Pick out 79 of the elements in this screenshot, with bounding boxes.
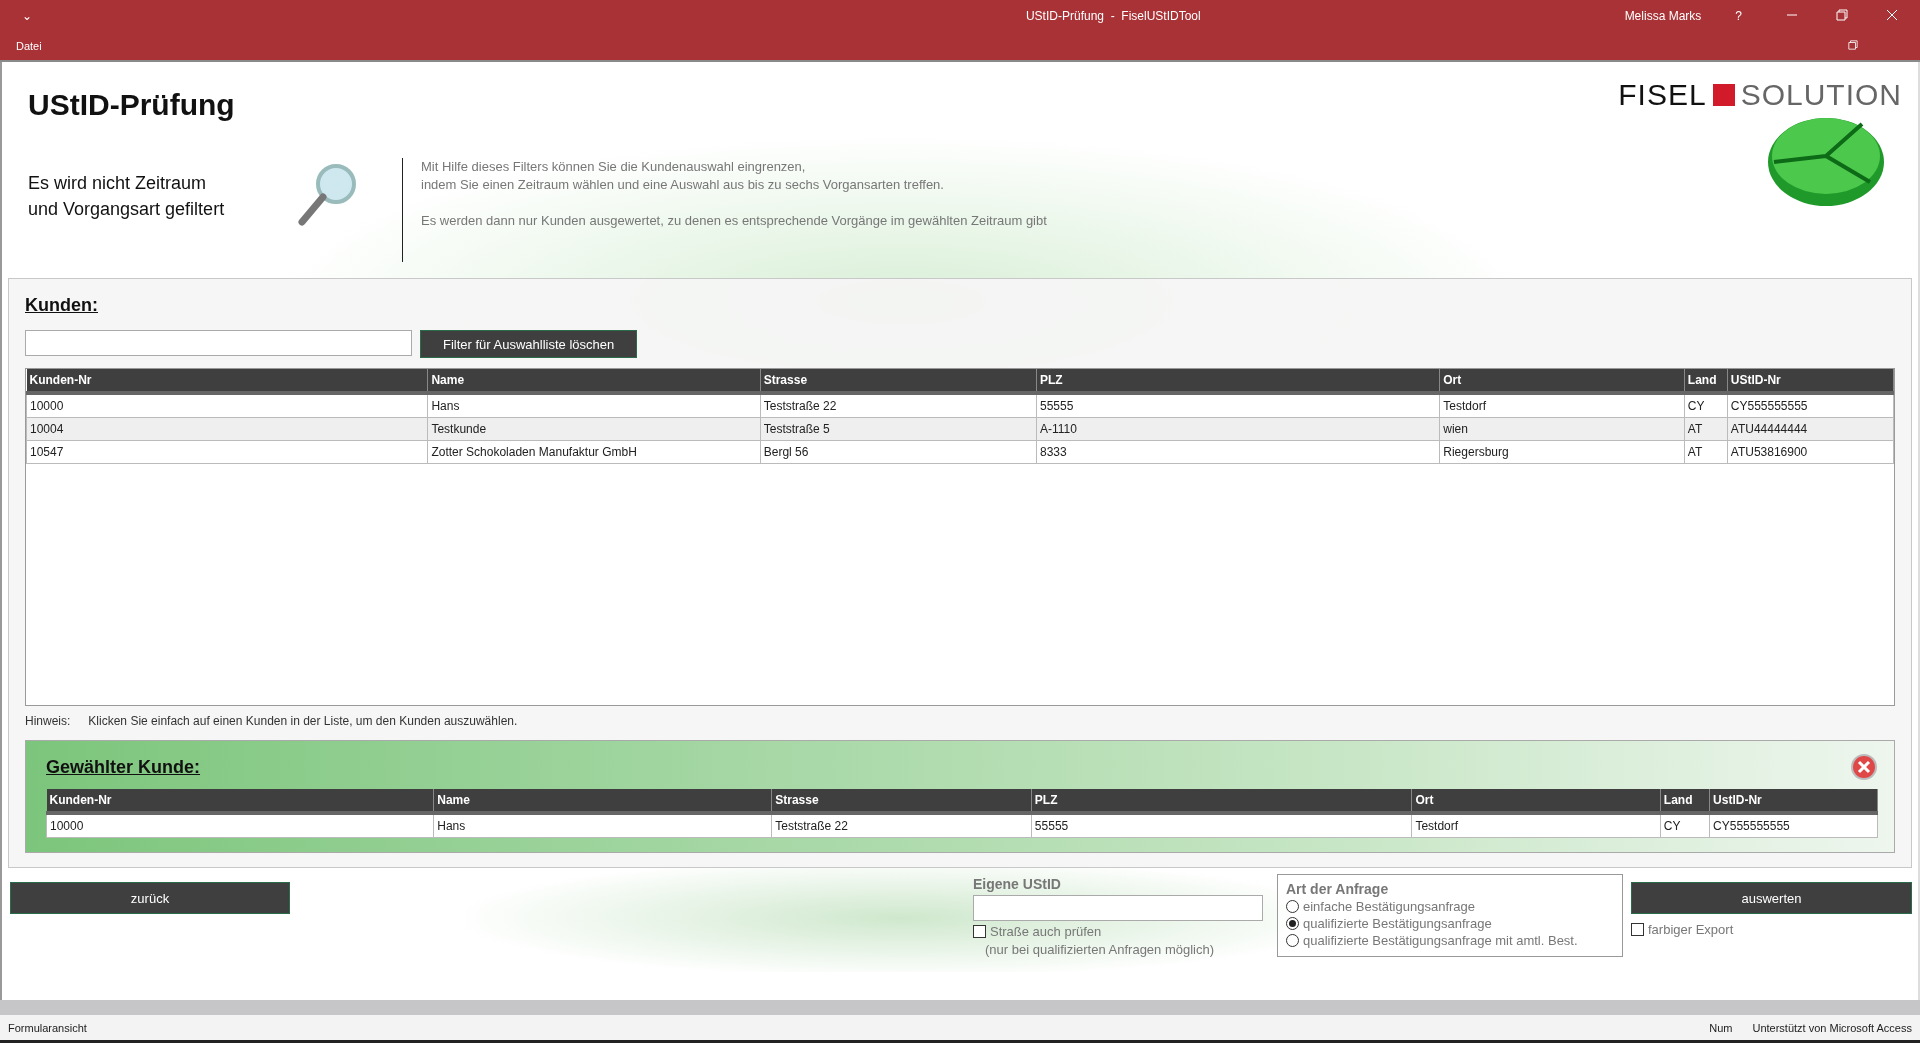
table-cell: Teststraße 22 [771,813,1032,838]
checkbox[interactable] [1631,923,1644,936]
table-cell[interactable]: wien [1439,417,1685,441]
restore-icon [1836,8,1848,21]
table-cell[interactable]: CY555555555 [1727,393,1894,418]
table-cell[interactable]: Riegersburg [1439,440,1685,464]
column-header: Ort [1411,789,1661,813]
table-cell[interactable]: Teststraße 22 [760,393,1037,418]
column-header: Strasse [760,369,1037,393]
evaluate-button[interactable]: auswerten [1631,882,1912,914]
table-cell[interactable]: A-1110 [1036,417,1440,441]
quick-access-menu[interactable]: ⌄ [12,9,42,23]
filter-status: Es wird nicht Zeitraum und Vorgangsart gefiltert [28,171,226,221]
group-label: Art der Anfrage [1286,881,1390,897]
radio-button[interactable] [1286,917,1299,930]
menu-item[interactable]: Datei [16,40,42,52]
page-title: UStID-Prüfung [28,88,236,122]
table-cell[interactable]: Zotter Schokoladen Manufaktur GmbH [427,440,761,464]
help-button[interactable]: ? [1725,9,1752,23]
table-cell[interactable]: 10547 [26,440,428,464]
table-cell[interactable]: Testdorf [1439,393,1685,418]
input-field[interactable] [973,895,1263,921]
table-cell[interactable]: Testkunde [427,417,761,441]
user-name: Melissa Marks [1624,9,1702,23]
checkbox-label: Straße auch prüfen [990,924,1102,939]
logo-text: SOLUTION [1740,78,1902,112]
column-header: UStID-Nr [1727,369,1894,393]
column-header: PLZ [1036,369,1440,393]
note-text: (nur bei qualifizierten Anfragen möglich) [984,942,1216,957]
table-cell[interactable]: 55555 [1036,393,1440,418]
column-header: UstID-Nr [1709,789,1878,813]
table-cell[interactable]: 10000 [26,393,428,418]
field-label: Eigene UStID [973,876,1062,892]
table-cell[interactable]: 8333 [1036,440,1440,464]
radio-label: qualifizierte Bestätigungsanfrage [1303,916,1492,931]
status-text: Num [1709,1021,1733,1034]
checkbox-label: farbiger Export [1648,922,1734,937]
restore-icon [1848,40,1858,50]
table-cell[interactable]: 10004 [26,417,428,441]
column-header: Ort [1439,369,1685,393]
table-cell: 55555 [1031,813,1412,838]
table-cell: Hans [433,813,772,838]
table-cell[interactable]: Bergl 56 [760,440,1037,464]
radio-label: einfache Bestätigungsanfrage [1303,899,1475,914]
column-header: Kunden-Nr [26,369,428,393]
section-heading: Gewählter Kunde: [46,756,201,778]
table-cell[interactable]: Hans [427,393,761,418]
column-header: Land [1684,369,1728,393]
close-icon[interactable] [1850,753,1878,781]
clear-filter-button[interactable]: Filter für Auswahlliste löschen [420,330,638,358]
table-cell: CY555555555 [1709,813,1878,838]
logo-text: FISEL [1618,78,1707,112]
column-header: Strasse [771,789,1032,813]
table-cell: Testdorf [1411,813,1661,838]
table-cell[interactable]: ATU44444444 [1727,417,1894,441]
hint-text: Klicken Sie einfach auf einen Kunden in der Liste, um den Kunden auszuwählen. [88,714,518,728]
table-cell[interactable]: Teststraße 5 [760,417,1037,441]
section-heading: Kunden: [25,295,99,316]
column-header: Name [433,789,772,813]
radio-button[interactable] [1286,934,1299,947]
hint-label: Hinweis: [25,714,71,728]
radio-label: qualifizierte Bestätigungsanfrage mit amtl. Best. [1303,933,1578,948]
filter-info-text: Es werden dann nur Kunden ausgewertet, zu denen es entsprechende Vorgänge im gewählten Zeitraum gibt [421,212,1047,230]
window-title: UStID-Prüfung - FiselUStIDTool [1024,9,1201,23]
radio-button[interactable] [1286,900,1299,913]
status-text: Formularansicht [8,1021,87,1034]
search-field[interactable] [25,330,412,356]
table-cell[interactable]: ATU53816900 [1727,440,1894,464]
table-cell: 10000 [46,813,434,838]
checkbox[interactable] [973,925,986,938]
column-header: Name [427,369,761,393]
column-header: Kunden-Nr [46,789,434,813]
filter-info-text: Mit Hilfe dieses Filters können Sie die Kundenauswahl eingrenzen, indem Sie einen Zeitraum wählen und eine Auswahl aus bis zu sechs Vorgansarten treffen. [421,158,945,194]
back-button[interactable]: zurück [10,882,290,914]
column-header: PLZ [1031,789,1412,813]
status-text: Unterstützt von Microsoft Access [1752,1021,1912,1034]
logo-square-icon [1712,84,1735,106]
column-header: Land [1660,789,1710,813]
close-icon [1886,8,1898,21]
